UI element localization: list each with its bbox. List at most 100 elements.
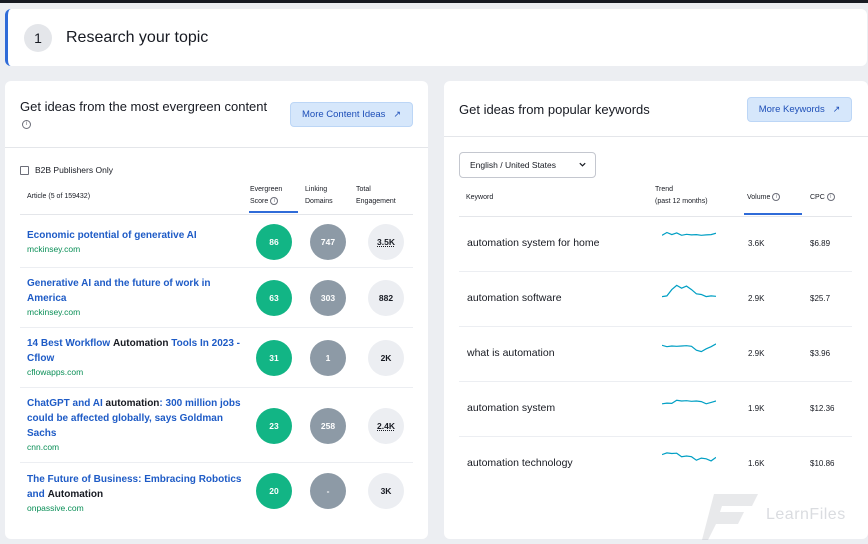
volume-value: 1.9K (748, 404, 765, 413)
database-select[interactable]: English / United States (459, 152, 596, 178)
cpc-column-header[interactable]: CPC i (810, 192, 835, 204)
cpc-value: $25.7 (810, 294, 831, 303)
article-domain[interactable]: mckinsey.com (27, 306, 242, 318)
engagement-column-header[interactable]: Total Engagement (356, 184, 412, 208)
info-icon[interactable]: i (270, 197, 279, 206)
step-header: 1 Research your topic (5, 9, 867, 66)
engagement-badge: 882 (368, 280, 404, 316)
article-column-header: Article (5 of 159432) (27, 193, 91, 200)
keyword-ideas-panel: Get ideas from popular keywords More Key… (444, 81, 868, 539)
content-panel-header: Get ideas from the most evergreen conten… (5, 81, 428, 148)
table-row: automation system 1.9K $12.36 (459, 382, 852, 437)
trend-line (662, 452, 716, 462)
evergreen-header-line2: Score (250, 198, 269, 205)
keyword-highlight: Automation (47, 489, 104, 500)
article-domain[interactable]: onpassive.com (27, 502, 242, 514)
external-arrow-icon: ↗ (832, 104, 841, 114)
article-title-link[interactable]: ChatGPT and AI automation: 300 million j… (27, 396, 242, 441)
trend-sparkline (662, 343, 716, 353)
evergreen-score-badge: 31 (256, 340, 292, 376)
step-number: 1 (24, 23, 52, 52)
database-select-value: English / United States (470, 160, 556, 170)
linking-domains-badge: 258 (310, 407, 346, 444)
b2b-filter[interactable]: B2B Publishers Only (20, 165, 113, 175)
more-content-ideas-button[interactable]: More Content Ideas ↗ (290, 102, 413, 127)
article-cell: Generative AI and the future of work in … (27, 276, 242, 318)
table-row: 14 Best Workflow Automation Tools In 202… (20, 328, 413, 388)
engagement-badge[interactable]: 2.4K (368, 407, 404, 444)
evergreen-column-header[interactable]: Evergreen Score i (250, 184, 298, 208)
divider (20, 214, 413, 215)
cpc-value: $3.96 (810, 349, 831, 358)
article-title-link[interactable]: 14 Best Workflow Automation Tools In 202… (27, 336, 242, 366)
engagement-value: 882 (378, 293, 394, 303)
article-title-link[interactable]: Economic potential of generative AI (27, 228, 242, 243)
keyword-text[interactable]: what is automation (467, 347, 555, 359)
keyword-text[interactable]: automation technology (467, 457, 573, 469)
keyword-panel-header: Get ideas from popular keywords More Key… (444, 81, 868, 137)
trend-sparkline (662, 231, 716, 236)
engagement-badge[interactable]: 3.5K (368, 224, 404, 260)
table-row: Economic potential of generative AI mckin… (20, 216, 413, 268)
engagement-value: 2.4K (377, 420, 395, 431)
chevron-down-icon (578, 160, 587, 171)
volume-column-header[interactable]: Volume i (747, 192, 781, 204)
keyword-text[interactable]: automation system for home (467, 237, 599, 249)
title-text: Economic potential of generative AI (27, 230, 197, 241)
table-row: automation software 2.9K $25.7 (459, 272, 852, 327)
evergreen-score-badge: 63 (256, 280, 292, 316)
article-cell: The Future of Business: Embracing Roboti… (27, 472, 242, 514)
info-icon[interactable]: i (22, 120, 31, 129)
title-text: ChatGPT and AI (27, 398, 106, 409)
info-icon[interactable]: i (772, 193, 781, 202)
engagement-header-line1: Total (356, 186, 371, 193)
step-title: Research your topic (66, 28, 209, 46)
engagement-value: 2K (380, 353, 392, 363)
keyword-text[interactable]: automation system (467, 402, 555, 414)
more-keywords-label: More Keywords (758, 104, 825, 115)
evergreen-score-badge: 23 (256, 407, 292, 444)
article-domain[interactable]: cnn.com (27, 441, 242, 453)
engagement-value: 3K (380, 485, 392, 496)
more-keywords-button[interactable]: More Keywords ↗ (747, 97, 852, 122)
evergreen-score-badge: 20 (256, 472, 292, 509)
table-row: what is automation 2.9K $3.96 (459, 327, 852, 382)
cpc-value: $10.86 (810, 459, 835, 468)
table-row: automation technology 1.6K $10.86 (459, 437, 852, 492)
volume-value: 1.6K (748, 459, 765, 468)
watermark: LearnFiles (700, 488, 865, 540)
trend-sparkline (662, 452, 716, 462)
article-title-link[interactable]: The Future of Business: Embracing Roboti… (27, 472, 242, 502)
trend-line (662, 399, 716, 405)
linking-domains-badge: - (310, 472, 346, 509)
article-cell: 14 Best Workflow Automation Tools In 202… (27, 336, 242, 378)
trend-column-header: Trend (past 12 months) (655, 184, 725, 208)
trend-line (662, 343, 716, 353)
keyword-column-header: Keyword (466, 194, 494, 201)
trend-header-line2: (past 12 months) (655, 198, 708, 205)
cpc-value: $12.36 (810, 404, 835, 413)
volume-value: 2.9K (748, 349, 765, 358)
volume-header-label: Volume (747, 194, 771, 201)
volume-value: 2.9K (748, 294, 765, 303)
article-cell: ChatGPT and AI automation: 300 million j… (27, 396, 242, 453)
article-domain[interactable]: mckinsey.com (27, 243, 242, 255)
engagement-badge: 3K (368, 472, 404, 509)
table-row: Generative AI and the future of work in … (20, 268, 413, 328)
sort-indicator (744, 213, 802, 215)
trend-sparkline (662, 284, 716, 298)
article-title-link[interactable]: Generative AI and the future of work in … (27, 276, 242, 306)
content-ideas-panel: Get ideas from the most evergreen conten… (5, 81, 428, 539)
keyword-text[interactable]: automation software (467, 292, 562, 304)
engagement-header-line2: Engagement (356, 198, 396, 205)
sort-indicator (249, 211, 298, 213)
info-icon[interactable]: i (826, 193, 835, 202)
article-domain[interactable]: cflowapps.com (27, 366, 242, 378)
linking-column-header[interactable]: Linking Domains (305, 184, 351, 208)
trend-sparkline (662, 399, 716, 405)
engagement-value: 3.5K (377, 237, 395, 247)
b2b-checkbox[interactable] (20, 165, 29, 175)
keyword-highlight: automation (105, 398, 160, 409)
cpc-header-label: CPC (810, 194, 825, 201)
more-content-ideas-label: More Content Ideas (302, 109, 386, 120)
